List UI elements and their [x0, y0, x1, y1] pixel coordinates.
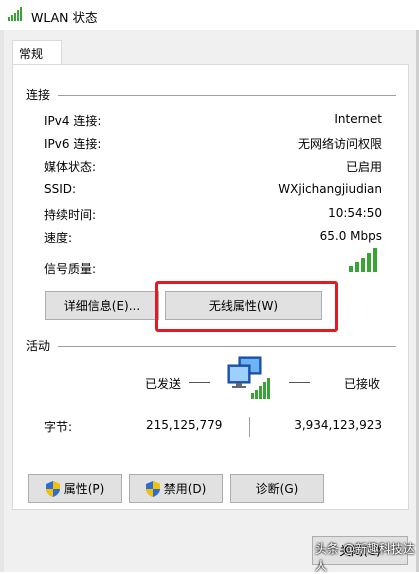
connection-separator — [58, 95, 396, 96]
sent-label: 已发送 — [145, 377, 182, 391]
duration-value: 10:54:50 — [328, 206, 382, 220]
properties-button-label: 属性(P) — [63, 482, 105, 496]
disable-button-label: 禁用(D) — [163, 482, 207, 496]
ipv6-value: 无网络访问权限 — [297, 137, 382, 151]
received-label: 已接收 — [344, 377, 381, 391]
connection-section-title: 连接 — [26, 88, 51, 102]
diagnose-button[interactable]: 诊断(G) — [230, 474, 324, 503]
ssid-label: SSID: — [44, 182, 77, 196]
tab-label: 常规 — [19, 47, 44, 61]
window-title: WLAN 状态 — [31, 10, 98, 25]
properties-button[interactable]: 属性(P) — [28, 474, 122, 503]
speed-value: 65.0 Mbps — [319, 229, 382, 243]
sent-bytes-value: 215,125,779 — [146, 418, 223, 432]
ipv6-label: IPv6 连接: — [44, 137, 102, 151]
bytes-divider — [249, 417, 250, 437]
sent-dash — [189, 382, 210, 383]
activity-separator — [58, 346, 396, 347]
title-bar: WLAN 状态 — [0, 0, 419, 30]
media-state-value: 已启用 — [345, 160, 382, 174]
tab-general[interactable]: 常规 — [12, 40, 62, 65]
received-dash — [289, 382, 310, 383]
disable-button[interactable]: 禁用(D) — [129, 474, 223, 503]
duration-label: 持续时间: — [44, 208, 97, 222]
bytes-label: 字节: — [44, 420, 73, 434]
signal-strength-icon — [349, 248, 377, 272]
signal-quality-label: 信号质量: — [44, 262, 97, 276]
media-state-label: 媒体状态: — [44, 160, 97, 174]
received-bytes-value: 3,934,123,923 — [294, 418, 382, 432]
shield-icon — [45, 480, 60, 497]
watermark-text: 头条 @新趣科技达人 — [315, 542, 415, 573]
highlight-box — [155, 281, 338, 332]
network-computers-icon — [227, 356, 270, 399]
speed-label: 速度: — [44, 231, 73, 245]
shield-icon — [145, 480, 160, 497]
ipv4-label: IPv4 连接: — [44, 114, 102, 128]
ssid-value: WXjichangjiudian — [278, 182, 382, 196]
details-button[interactable]: 详细信息(E)... — [45, 291, 159, 320]
details-button-label: 详细信息(E)... — [63, 299, 141, 313]
activity-section-title: 活动 — [26, 339, 51, 353]
wifi-signal-icon — [8, 7, 22, 21]
diagnose-button-label: 诊断(G) — [255, 482, 299, 496]
ipv4-value: Internet — [334, 112, 382, 126]
